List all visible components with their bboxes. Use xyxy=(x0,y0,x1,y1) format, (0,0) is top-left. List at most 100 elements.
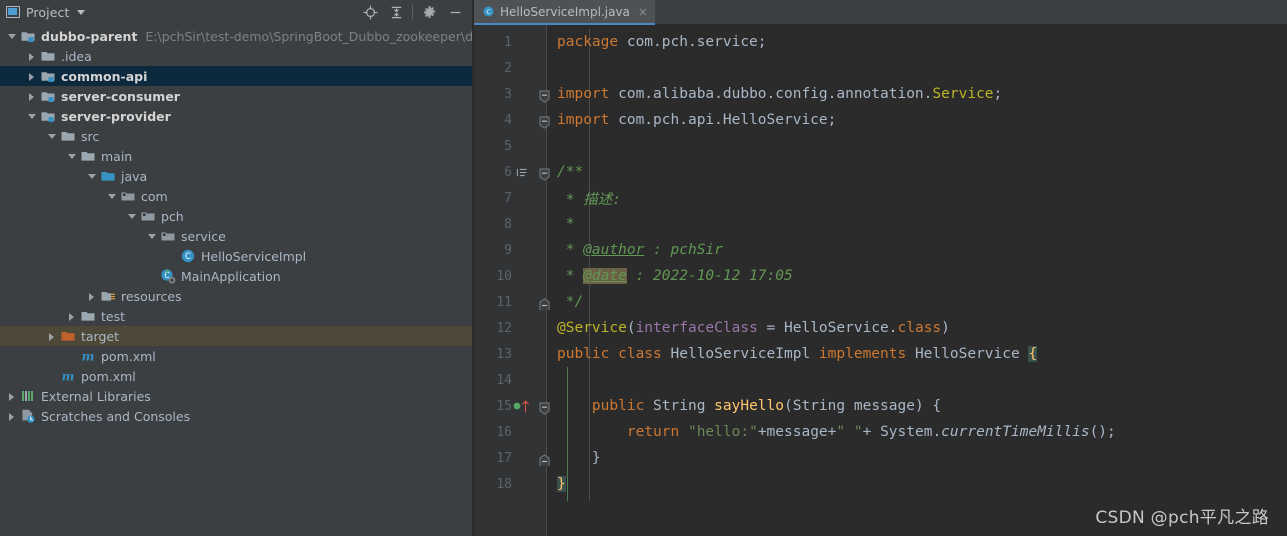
static-method-call: currentTimeMillis xyxy=(941,424,1090,440)
chevron-down-icon[interactable] xyxy=(26,110,38,122)
tree-row-mainapplication[interactable]: C MainApplication xyxy=(0,266,472,286)
chevron-down-icon[interactable] xyxy=(106,190,118,202)
fold-collapse-icon[interactable] xyxy=(539,114,550,133)
code-content[interactable]: package com.pch.service; import com.alib… xyxy=(539,25,1287,536)
gutter-line[interactable]: 10 xyxy=(474,263,546,289)
gutter-line[interactable]: 9 xyxy=(474,237,546,263)
chevron-down-icon[interactable] xyxy=(86,170,98,182)
editor-tab-helloserviceimpl[interactable]: C HelloServiceImpl.java × xyxy=(474,0,655,25)
tool-window-actions xyxy=(357,1,468,23)
gutter-line[interactable]: 6 xyxy=(474,159,546,185)
svg-text:C: C xyxy=(185,252,191,262)
tree-arrow-spacer xyxy=(66,350,78,362)
gutter-line[interactable]: 3 xyxy=(474,81,546,107)
fold-end-icon[interactable] xyxy=(539,296,550,315)
kw-return: return xyxy=(626,424,680,440)
gutter-line[interactable]: 17 xyxy=(474,445,546,471)
gutter-line[interactable]: 12 xyxy=(474,315,546,341)
tree-row-src[interactable]: src xyxy=(0,126,472,146)
project-title-group[interactable]: Project xyxy=(6,4,86,20)
gutter-line[interactable]: 2 xyxy=(474,55,546,81)
gutter-line[interactable]: 1 xyxy=(474,29,546,55)
gutter-line[interactable]: 7 xyxy=(474,185,546,211)
scratches-icon xyxy=(20,408,36,424)
fold-end-icon[interactable] xyxy=(539,452,550,471)
tree-row-pom-xml[interactable]: m pom.xml xyxy=(0,366,472,386)
gutter-line[interactable]: 8 xyxy=(474,211,546,237)
tool-window-title: Project xyxy=(26,4,70,20)
chevron-right-icon[interactable] xyxy=(26,50,38,62)
tree-row-idea[interactable]: .idea xyxy=(0,46,472,66)
gutter-line[interactable]: 11 xyxy=(474,289,546,315)
gutter-spacer xyxy=(512,29,546,55)
locate-target-icon[interactable] xyxy=(357,1,383,23)
gutter-line[interactable]: 15 xyxy=(474,393,546,419)
chevron-down-icon[interactable] xyxy=(126,210,138,222)
line-number: 12 xyxy=(496,320,512,336)
method-name: sayHello xyxy=(714,398,784,414)
collapse-all-icon[interactable] xyxy=(383,1,409,23)
line-number: 2 xyxy=(504,60,512,76)
brace-open-highlight: { xyxy=(1028,346,1038,362)
tree-row-resources[interactable]: resources xyxy=(0,286,472,306)
chevron-right-icon[interactable] xyxy=(26,70,38,82)
tree-item-label: pom.xml xyxy=(81,368,136,384)
chevron-right-icon[interactable] xyxy=(46,330,58,342)
tree-row-server-consumer[interactable]: server-consumer xyxy=(0,86,472,106)
minimize-icon[interactable] xyxy=(442,1,468,23)
gutter-line[interactable]: 14 xyxy=(474,367,546,393)
chevron-down-icon[interactable] xyxy=(66,150,78,162)
gutter-line[interactable]: 4 xyxy=(474,107,546,133)
kw-class: class xyxy=(609,346,662,362)
tree-row-pch[interactable]: pch xyxy=(0,206,472,226)
fold-collapse-icon[interactable] xyxy=(539,88,550,107)
gutter-line[interactable]: 18 xyxy=(474,471,546,497)
tree-row-service[interactable]: service xyxy=(0,226,472,246)
javadoc-author-value: : pchSir xyxy=(644,242,723,258)
tree-row-pom-xml[interactable]: m pom.xml xyxy=(0,346,472,366)
dot: . xyxy=(888,320,898,336)
param-type: String xyxy=(792,398,846,414)
tree-row-test[interactable]: test xyxy=(0,306,472,326)
tree-row-target[interactable]: target xyxy=(0,326,472,346)
tree-row-helloserviceimpl[interactable]: C HelloServiceImpl xyxy=(0,246,472,266)
line-number: 13 xyxy=(496,346,512,362)
tree-row-server-provider[interactable]: server-provider xyxy=(0,106,472,126)
editor-gutter[interactable]: 1 2 3 4 5 6 7 8 9 10 11 12 13 14 15 16 17 18 xyxy=(474,25,546,536)
tree-row-common-api[interactable]: common-api xyxy=(0,66,472,86)
runnable-class-icon: C xyxy=(160,268,176,284)
chevron-down-icon[interactable] xyxy=(46,130,58,142)
package-icon xyxy=(160,228,176,244)
fold-collapse-icon[interactable] xyxy=(539,400,550,419)
gear-icon[interactable] xyxy=(416,1,442,23)
target-folder-icon xyxy=(60,328,76,344)
chevron-right-icon[interactable] xyxy=(66,310,78,322)
tree-row-java[interactable]: java xyxy=(0,166,472,186)
chevron-right-icon[interactable] xyxy=(86,290,98,302)
svg-text:C: C xyxy=(486,8,491,16)
chevron-down-icon[interactable] xyxy=(6,30,18,42)
javadoc-star: * xyxy=(557,268,584,284)
tree-row-external-libraries[interactable]: External Libraries xyxy=(0,386,472,406)
tree-row-com[interactable]: com xyxy=(0,186,472,206)
close-icon[interactable]: × xyxy=(638,6,648,18)
editor-pane: C HelloServiceImpl.java × 1 2 3 4 5 6 7 8 9 10 11 1… xyxy=(474,0,1287,536)
gutter-line[interactable]: 16 xyxy=(474,419,546,445)
code-line-15: public String sayHello(String message) { xyxy=(547,393,1287,419)
tree-item-label: MainApplication xyxy=(181,268,281,284)
chevron-down-icon[interactable] xyxy=(146,230,158,242)
line-number: 9 xyxy=(504,242,512,258)
chevron-right-icon[interactable] xyxy=(6,390,18,402)
chevron-right-icon[interactable] xyxy=(6,410,18,422)
editor-area[interactable]: 1 2 3 4 5 6 7 8 9 10 11 12 13 14 15 16 17 18 package com.… xyxy=(474,25,1287,536)
fold-collapse-icon[interactable] xyxy=(539,166,550,185)
tree-row-dubbo-parent[interactable]: dubbo-parent E:\pchSir\test-demo\SpringBo… xyxy=(0,26,472,46)
line-number: 10 xyxy=(496,268,512,284)
tree-row-main[interactable]: main xyxy=(0,146,472,166)
gutter-line[interactable]: 13 xyxy=(474,341,546,367)
project-tree[interactable]: dubbo-parent E:\pchSir\test-demo\SpringBo… xyxy=(0,24,472,536)
chevron-down-icon[interactable] xyxy=(77,9,86,15)
tree-row-scratches-and-consoles[interactable]: Scratches and Consoles xyxy=(0,406,472,426)
gutter-line[interactable]: 5 xyxy=(474,133,546,159)
chevron-right-icon[interactable] xyxy=(26,90,38,102)
